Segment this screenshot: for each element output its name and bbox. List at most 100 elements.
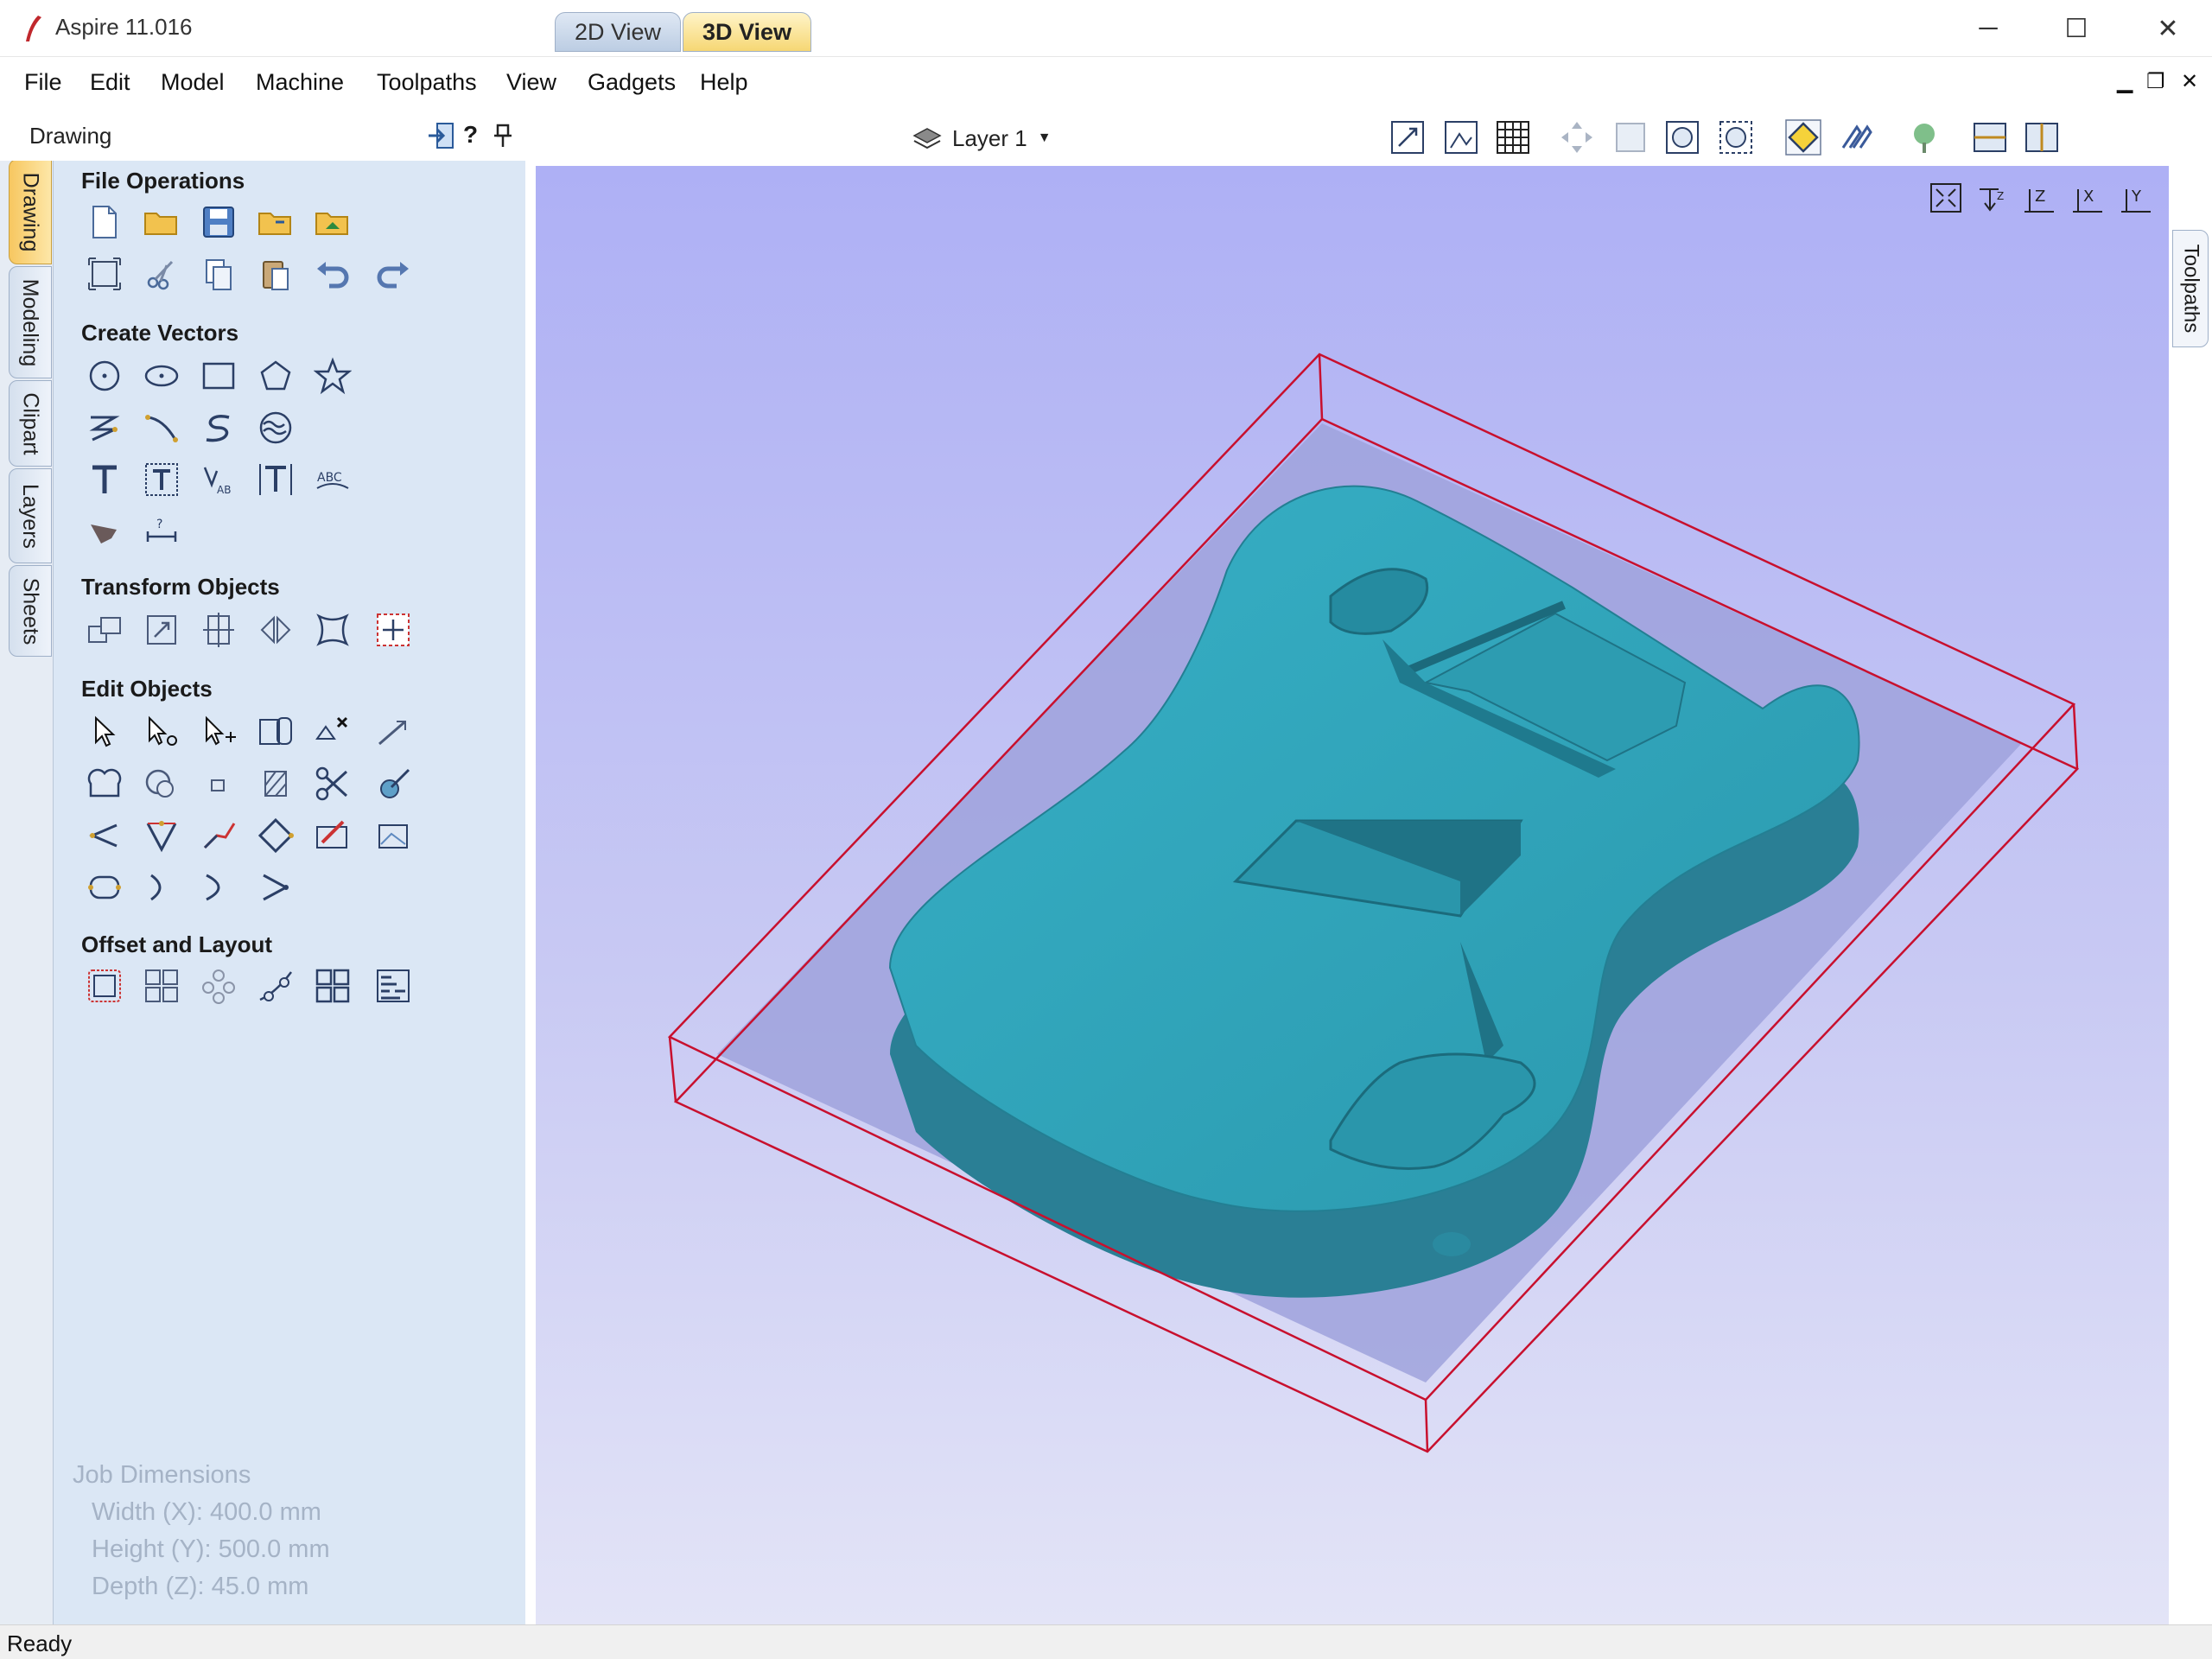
close-button[interactable]: ✕ <box>2122 0 2212 57</box>
view-x-button[interactable]: X <box>2067 178 2110 218</box>
menu-view[interactable]: View <box>506 69 556 96</box>
view-z-button[interactable]: Z <box>2018 178 2062 218</box>
import-vectors-button[interactable] <box>254 200 297 244</box>
text-arc-button[interactable]: ABC <box>311 458 354 501</box>
mirror-button[interactable] <box>254 608 297 652</box>
measure-button[interactable] <box>372 710 415 753</box>
snap-toggle-button[interactable] <box>1782 116 1825 159</box>
scale-button[interactable] <box>140 608 183 652</box>
text-on-curve-button[interactable]: AB <box>197 458 240 501</box>
tab-3d-view[interactable]: 3D View <box>683 12 812 52</box>
tab-drawing[interactable]: Drawing <box>9 159 52 264</box>
copy-button[interactable] <box>197 252 240 296</box>
view-y-button[interactable]: Y <box>2115 178 2158 218</box>
job-setup-button[interactable] <box>83 252 126 296</box>
tab-layers[interactable]: Layers <box>9 468 52 563</box>
menu-model[interactable]: Model <box>161 69 225 96</box>
tab-modeling[interactable]: Modeling <box>9 266 52 378</box>
tab-sheets[interactable]: Sheets <box>9 565 52 657</box>
draw-edit-button[interactable] <box>311 814 354 857</box>
paste-button[interactable] <box>254 252 297 296</box>
draw-wave-button[interactable] <box>254 406 297 449</box>
offset-button[interactable] <box>83 964 126 1007</box>
draw-circle-button[interactable] <box>83 354 126 397</box>
node-edit-button[interactable] <box>140 710 183 753</box>
dimensions-button[interactable]: ? <box>140 510 183 553</box>
scissors-edit-button[interactable] <box>311 762 354 805</box>
draw-arc-button[interactable] <box>197 406 240 449</box>
view-fit-button[interactable] <box>1386 116 1429 159</box>
maximize-button[interactable]: ☐ <box>2031 0 2122 57</box>
smart-bend-button[interactable] <box>372 762 415 805</box>
split-horizontal-button[interactable] <box>1968 116 2012 159</box>
menu-machine[interactable]: Machine <box>256 69 344 96</box>
import-bitmap-button[interactable] <box>311 200 354 244</box>
menu-help[interactable]: Help <box>700 69 748 96</box>
menu-edit[interactable]: Edit <box>90 69 130 96</box>
view-iso-button[interactable] <box>1925 178 1968 218</box>
pan-button[interactable] <box>1555 116 1599 159</box>
draw-rectangle-button[interactable] <box>197 354 240 397</box>
image-edit-button[interactable] <box>372 814 415 857</box>
transform-mode-button[interactable] <box>197 710 240 753</box>
move-button[interactable] <box>83 608 126 652</box>
save-button[interactable] <box>197 200 240 244</box>
draw-polyline-button[interactable] <box>83 406 126 449</box>
subtract-button[interactable] <box>140 762 183 805</box>
draw-curve-button[interactable] <box>140 406 183 449</box>
join-vectors-button[interactable] <box>83 866 126 909</box>
mdi-minimize-button[interactable]: ▁ <box>2117 69 2133 94</box>
tab-toolpaths[interactable]: Toolpaths <box>2172 230 2209 347</box>
fillet-corner-button[interactable] <box>83 814 126 857</box>
menu-gadgets[interactable]: Gadgets <box>588 69 676 96</box>
split-vertical-button[interactable] <box>2020 116 2063 159</box>
dimension-bird-button[interactable] <box>83 510 126 553</box>
draw-text-button[interactable] <box>83 458 126 501</box>
align-button[interactable] <box>197 608 240 652</box>
distort-button[interactable] <box>311 608 354 652</box>
minimize-button[interactable]: ─ <box>1942 0 2034 57</box>
tab-2d-view[interactable]: 2D View <box>555 12 682 52</box>
weld-button[interactable] <box>83 762 126 805</box>
auto-nest-button[interactable] <box>372 964 415 1007</box>
text-size-button[interactable] <box>254 458 297 501</box>
create-nodes-button[interactable] <box>140 814 183 857</box>
menu-file[interactable]: File <box>24 69 62 96</box>
view-top-button[interactable]: Z <box>1970 178 2013 218</box>
copy-along-vector-button[interactable] <box>254 964 297 1007</box>
layer-dropdown[interactable]: Layer 1 ▼ <box>912 121 1052 156</box>
interactive-trim-button[interactable] <box>254 710 297 753</box>
menu-toolpaths[interactable]: Toolpaths <box>377 69 477 96</box>
fillet-button[interactable] <box>254 762 297 805</box>
tab-clipart[interactable]: Clipart <box>9 380 52 467</box>
draw-star-button[interactable] <box>311 354 354 397</box>
3d-viewport[interactable]: Z Z X Y <box>536 166 2169 1624</box>
intersect-button[interactable] <box>197 762 240 805</box>
pin-icon[interactable] <box>493 123 513 149</box>
draw-polygon-button[interactable] <box>254 354 297 397</box>
undo-button[interactable] <box>311 252 354 296</box>
panel-dock-icon[interactable] <box>427 121 456 150</box>
close-vector-button[interactable] <box>254 814 297 857</box>
extend-vector-button[interactable] <box>197 814 240 857</box>
redo-button[interactable] <box>372 252 415 296</box>
panel-help-button[interactable]: ? <box>463 121 478 149</box>
curve-fit-button[interactable] <box>140 866 183 909</box>
mdi-restore-button[interactable]: ❐ <box>2146 69 2165 94</box>
delete-duplicates-button[interactable] <box>311 710 354 753</box>
zoom-extents-button[interactable] <box>1661 116 1704 159</box>
select-button[interactable] <box>83 710 126 753</box>
cut-button[interactable] <box>140 252 183 296</box>
toolpath-preview-button[interactable] <box>1835 116 1878 159</box>
new-file-button[interactable] <box>83 200 126 244</box>
smooth-button[interactable] <box>197 866 240 909</box>
mdi-close-button[interactable]: ✕ <box>2181 69 2198 94</box>
nesting-button[interactable] <box>311 964 354 1007</box>
set-origin-button[interactable] <box>372 608 415 652</box>
grid-toggle-button[interactable] <box>1491 116 1535 159</box>
sharp-button[interactable] <box>254 866 297 909</box>
view-planes-button[interactable] <box>1440 116 1483 159</box>
circular-array-button[interactable] <box>197 964 240 1007</box>
array-copy-button[interactable] <box>140 964 183 1007</box>
model-visibility-button[interactable] <box>1903 116 1946 159</box>
